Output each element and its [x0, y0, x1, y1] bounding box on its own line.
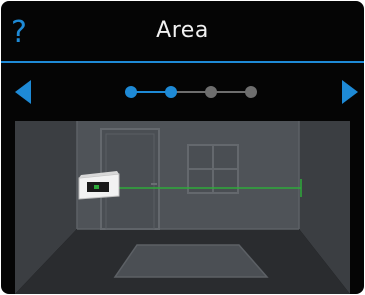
step-indicator [125, 86, 257, 98]
triangle-left-icon [15, 80, 31, 104]
app-screen: ? Area [1, 1, 364, 294]
step-dot [125, 86, 137, 98]
page-title: Area [156, 18, 209, 43]
laser-distance-meter-icon [78, 171, 120, 200]
triangle-right-icon [342, 80, 358, 104]
header-bar: ? Area [1, 1, 364, 63]
previous-button[interactable] [13, 79, 35, 105]
window [187, 144, 239, 194]
step-dot [205, 86, 217, 98]
step-navigation [1, 63, 364, 115]
room-illustration [15, 121, 350, 294]
step-dot [245, 86, 257, 98]
next-button[interactable] [338, 79, 360, 105]
step-dot [165, 86, 177, 98]
